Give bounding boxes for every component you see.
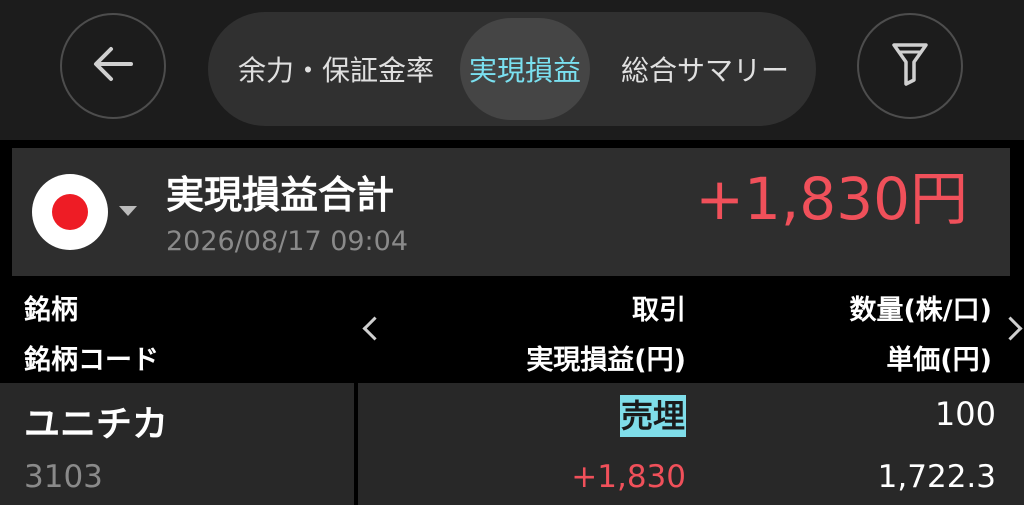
tab-overall-summary[interactable]: 総合サマリー — [600, 18, 810, 120]
summary-total-amount: +1,830円 — [695, 165, 968, 233]
arrow-left-icon — [91, 44, 135, 88]
table-row[interactable]: ユニチカ 3103 売埋 100 +1,830 1,722.3 — [0, 383, 1024, 505]
funnel-filter-icon — [890, 40, 930, 92]
quantity-value: 100 — [934, 395, 996, 433]
column-headers: 銘柄 銘柄コード 取引 実現損益(円) 数量(株/口) 単価(円) — [0, 284, 1024, 380]
tab-realized-pl[interactable]: 実現損益 — [460, 18, 590, 120]
summary-datetime: 2026/08/17 09:04 — [166, 226, 409, 257]
back-button[interactable] — [60, 13, 166, 119]
header-realized-pl: 実現損益(円) — [526, 345, 686, 376]
stock-name: ユニチカ — [24, 404, 169, 445]
header-unit-price: 単価(円) — [886, 345, 992, 376]
chevron-right-icon[interactable] — [998, 316, 1023, 341]
top-bar: 余力・保証金率 実現損益 総合サマリー — [0, 0, 1024, 140]
tab-bar: 余力・保証金率 実現損益 総合サマリー — [208, 12, 816, 126]
tab-margin-ratio[interactable]: 余力・保証金率 — [220, 18, 452, 120]
realized-pl-value: +1,830 — [571, 459, 686, 495]
filter-button[interactable] — [857, 13, 963, 119]
chevron-down-icon[interactable] — [119, 206, 137, 216]
realized-pl-screen: 余力・保証金率 実現損益 総合サマリー 実現損益合計 2026/08/17 09… — [0, 0, 1024, 505]
trade-type-badge: 売埋 — [619, 395, 686, 437]
detail-cell: 売埋 100 +1,830 1,722.3 — [358, 383, 1024, 505]
header-quantity: 数量(株/口) — [849, 295, 992, 326]
stock-code: 3103 — [24, 459, 103, 495]
flag-sun — [52, 194, 88, 230]
header-stock-name: 銘柄 — [24, 295, 78, 326]
chevron-left-icon[interactable] — [362, 316, 387, 341]
realized-pl-summary: 実現損益合計 2026/08/17 09:04 +1,830円 — [12, 148, 1010, 276]
japan-flag-icon[interactable] — [32, 174, 108, 250]
header-stock-code: 銘柄コード — [24, 345, 159, 376]
header-trade: 取引 — [632, 295, 686, 326]
unit-price-value: 1,722.3 — [877, 459, 996, 495]
stock-cell: ユニチカ 3103 — [0, 383, 354, 505]
summary-title: 実現損益合計 — [166, 173, 395, 217]
